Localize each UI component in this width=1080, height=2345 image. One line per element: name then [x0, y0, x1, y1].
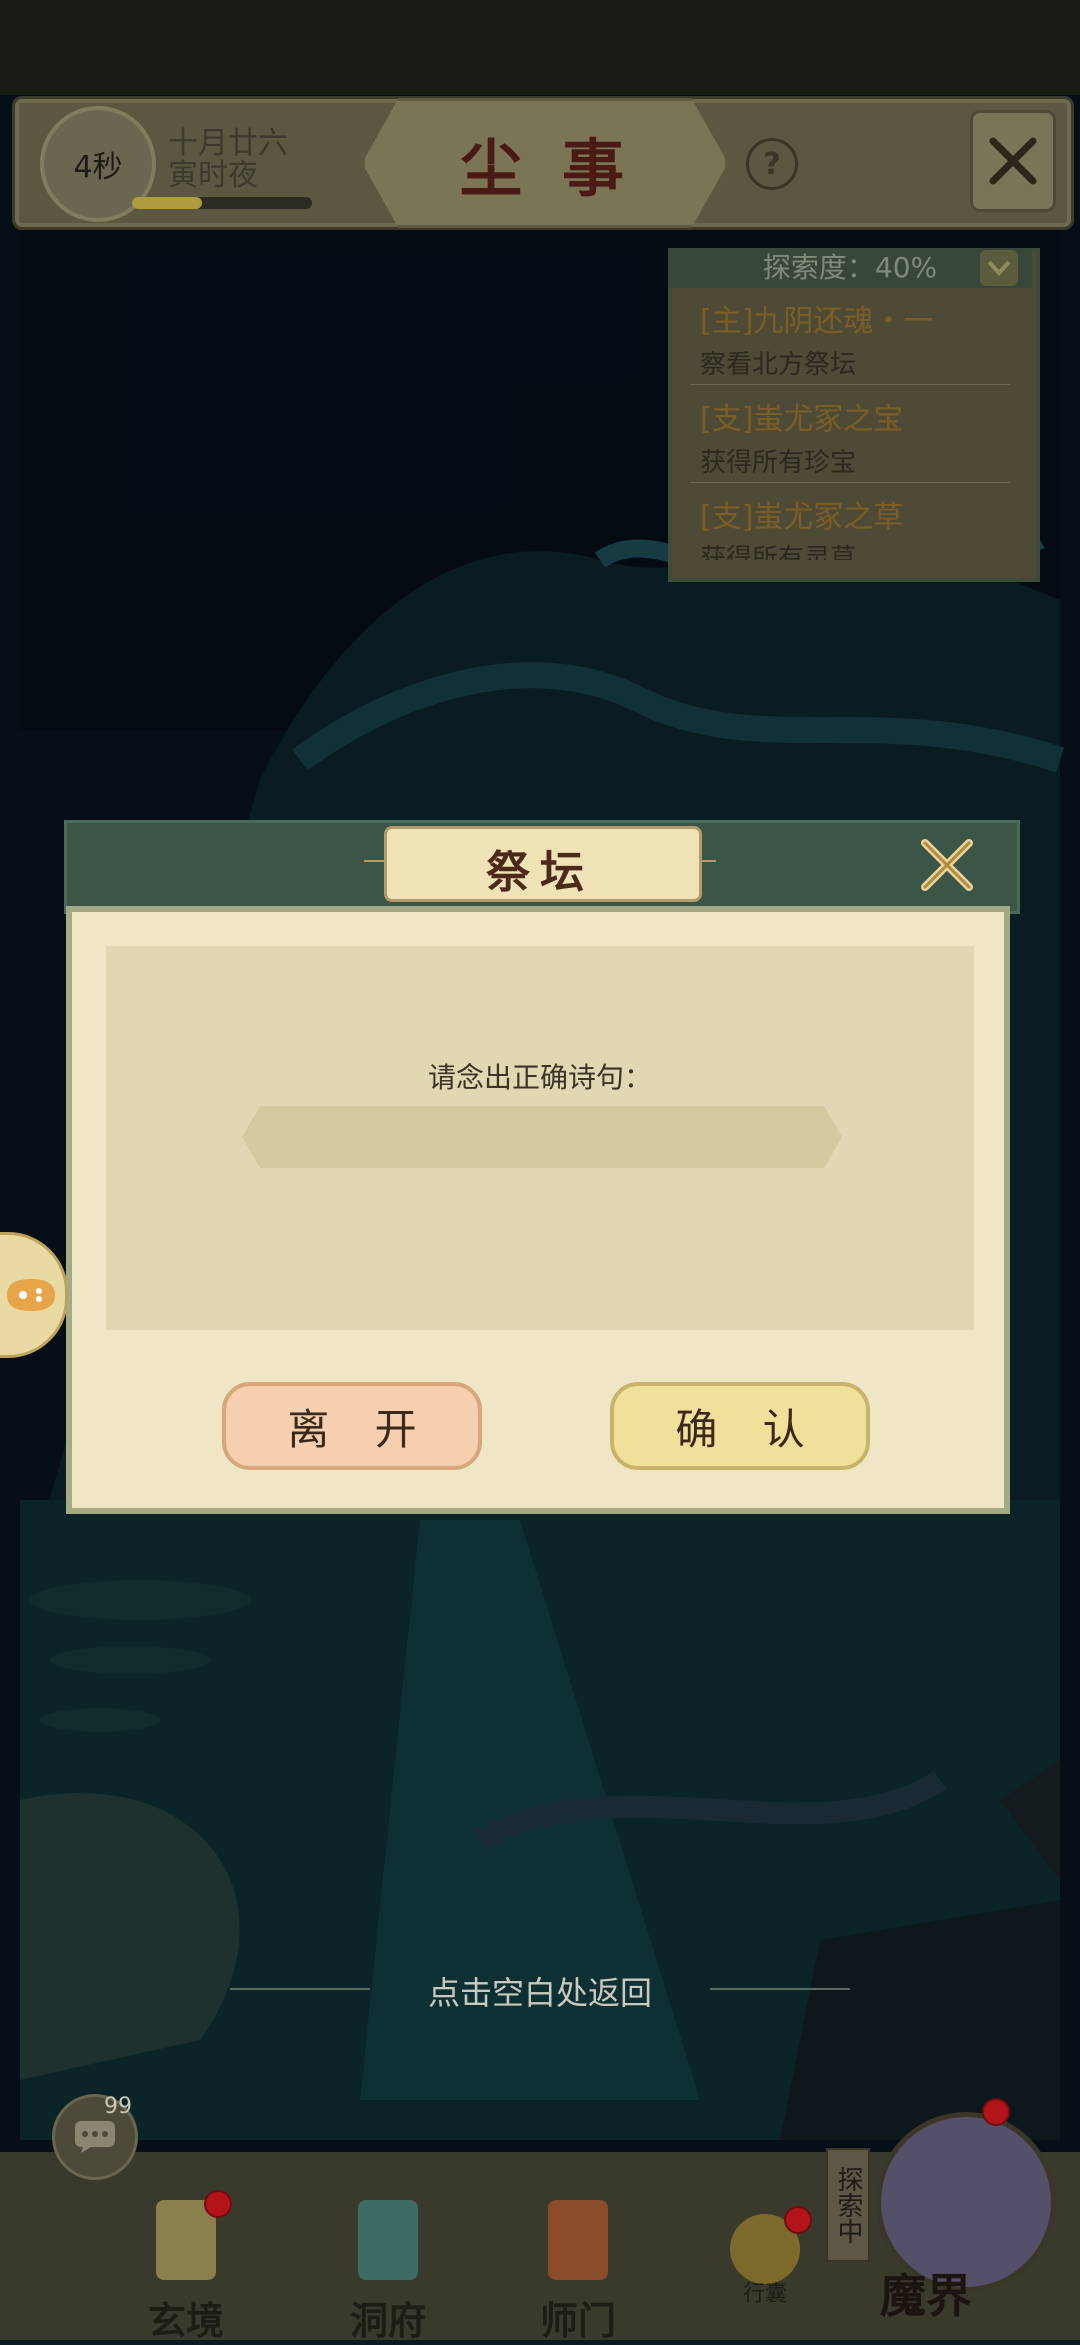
notification-dot	[204, 2190, 232, 2218]
status-bar	[0, 0, 1080, 95]
poem-prompt: 请念出正确诗句：	[427, 1061, 652, 1094]
dialog-close-icon[interactable]	[912, 830, 982, 900]
nav-item-xuanjing[interactable]: 玄境	[126, 2190, 246, 2343]
time-progress-fill	[132, 197, 202, 209]
chevron-down-icon[interactable]	[980, 250, 1018, 286]
question-icon[interactable]: ?	[746, 138, 798, 190]
gamepad-icon	[7, 1279, 55, 1311]
notification-dot	[784, 2206, 812, 2234]
chat-unread-badge: 99	[104, 2094, 132, 2119]
notification-dot	[982, 2098, 1010, 2126]
exploration-progress: 探索度：40%	[668, 248, 1032, 288]
timer-text: 4秒	[73, 150, 123, 185]
divider	[690, 384, 1010, 385]
bag-label: 行囊	[742, 2282, 787, 2307]
chat-bubble-icon	[75, 2121, 115, 2153]
quest-title[interactable]: [支]蚩尤冢之宝	[700, 394, 903, 438]
nav-label: 玄境	[147, 2298, 224, 2343]
crossed-swords-icon	[921, 839, 973, 891]
confirm-button[interactable]: 确 认	[610, 1382, 870, 1470]
poem-answer-input[interactable]	[242, 1106, 842, 1168]
quest-title[interactable]: [支]蚩尤冢之草	[700, 492, 903, 536]
nav-item-dongfu[interactable]: 洞府	[328, 2200, 448, 2343]
quest-desc: 察看北方祭坛	[700, 350, 857, 380]
divider	[690, 482, 1010, 483]
crossed-swords-icon	[989, 137, 1037, 185]
page-title: 尘事	[459, 132, 664, 205]
demon-realm-label: 魔界	[880, 2269, 972, 2323]
date-line-2: 寅时夜	[168, 158, 258, 193]
leave-button[interactable]: 离 开	[222, 1382, 482, 1470]
return-hint: 点击空白处返回	[427, 1974, 652, 2012]
nav-label: 师门	[539, 2298, 616, 2343]
dialog-title: 祭坛	[486, 847, 594, 898]
quest-desc: 获得所有珍宝	[700, 448, 857, 478]
nav-item-shimen[interactable]: 师门	[518, 2200, 638, 2343]
nav-label: 洞府	[349, 2298, 426, 2343]
quest-desc: 获得所有灵草	[700, 544, 857, 560]
close-icon[interactable]	[970, 110, 1056, 212]
bag-button[interactable]: 行囊	[720, 2206, 812, 2314]
quest-title[interactable]: [主]九阴还魂・一	[700, 296, 933, 340]
pavilion-icon	[358, 2200, 418, 2280]
banner-icon	[548, 2200, 608, 2280]
exploring-tag: 探索中	[826, 2148, 870, 2262]
